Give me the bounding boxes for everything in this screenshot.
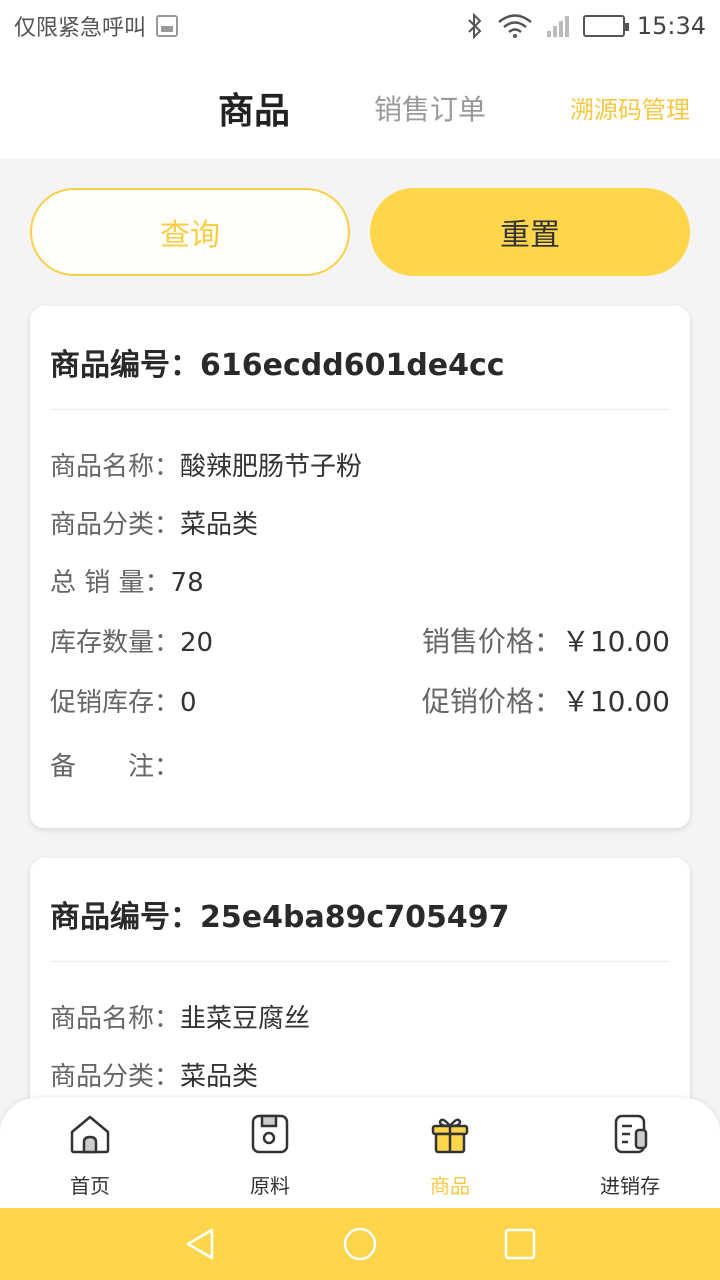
divider [50, 409, 670, 410]
promo-stock-value: 0 [180, 688, 197, 718]
back-icon[interactable] [182, 1226, 218, 1262]
total-sales-row: 总 销 量：78 [50, 562, 204, 599]
product-name-row: 商品名称：酸辣肥肠节子粉 [50, 446, 362, 483]
promo-stock-row: 促销库存：0 [50, 682, 197, 719]
product-code-label: 商品编号： [50, 900, 200, 935]
nav-home[interactable]: 首页 [30, 1112, 150, 1199]
nav-inventory-label: 进销存 [600, 1174, 660, 1198]
nav-material-label: 原料 [250, 1174, 290, 1198]
nav-products[interactable]: 商品 [390, 1112, 510, 1199]
promo-price-label: 促销价格： [421, 685, 562, 718]
tab-trace-code-management[interactable]: 溯源码管理 [570, 90, 690, 125]
sale-price-row: 销售价格：￥10.00 [422, 620, 670, 660]
product-name-value: 韭菜豆腐丝 [180, 1004, 311, 1034]
total-sales-label: 总 销 量： [50, 568, 171, 598]
sale-price-label: 销售价格： [421, 625, 562, 658]
query-button[interactable]: 查询 [30, 188, 350, 276]
product-category-label: 商品分类： [50, 1062, 181, 1092]
sale-price-value: ￥10.00 [561, 625, 670, 658]
home-icon [70, 1115, 110, 1154]
product-name-value: 酸辣肥肠节子粉 [180, 452, 363, 482]
bluetooth-icon [468, 13, 482, 39]
product-category-row: 商品分类：菜品类 [50, 1056, 258, 1093]
product-code-title: 商品编号：616ecdd601de4cc [50, 340, 505, 384]
material-icon [251, 1114, 289, 1154]
stock-value: 20 [180, 628, 214, 658]
reset-button[interactable]: 重置 [370, 188, 690, 276]
promo-price-row: 促销价格：￥10.00 [422, 680, 670, 720]
image-icon [156, 15, 179, 37]
system-navigation-bar [0, 1208, 720, 1280]
nav-products-label: 商品 [430, 1174, 470, 1198]
product-category-value: 菜品类 [180, 1062, 259, 1092]
inventory-icon [614, 1114, 648, 1154]
nav-home-label: 首页 [70, 1174, 110, 1198]
nav-material[interactable]: 原料 [210, 1112, 330, 1199]
nav-inventory[interactable]: 进销存 [570, 1112, 690, 1199]
product-category-label: 商品分类： [50, 510, 181, 540]
recent-apps-icon[interactable] [502, 1226, 538, 1262]
product-name-label: 商品名称： [50, 1004, 181, 1034]
remark-label: 备 注： [50, 752, 181, 782]
tab-products[interactable]: 商品 [218, 82, 290, 134]
top-tab-bar: 商品 销售订单 溯源码管理 [0, 52, 720, 158]
gift-icon [431, 1118, 469, 1154]
wifi-icon [498, 14, 532, 38]
battery-icon [582, 15, 629, 37]
divider [50, 961, 670, 962]
home-circle-icon[interactable] [342, 1226, 378, 1262]
product-category-row: 商品分类：菜品类 [50, 504, 258, 541]
stock-row: 库存数量：20 [50, 622, 213, 659]
product-code-value: 25e4ba89c705497 [200, 900, 510, 935]
total-sales-value: 78 [170, 568, 204, 598]
clock: 15:34 [636, 12, 706, 40]
signal-icon [546, 16, 569, 37]
stock-label: 库存数量： [50, 628, 181, 658]
product-code-title: 商品编号：25e4ba89c705497 [50, 892, 509, 936]
tab-sales-orders[interactable]: 销售订单 [374, 88, 486, 128]
status-bar: 仅限紧急呼叫 15:34 [0, 0, 720, 52]
product-name-row: 商品名称：韭菜豆腐丝 [50, 998, 310, 1035]
product-category-value: 菜品类 [180, 510, 259, 540]
remark-row: 备 注： [50, 746, 180, 783]
product-name-label: 商品名称： [50, 452, 181, 482]
product-code-label: 商品编号： [50, 348, 200, 383]
product-code-value: 616ecdd601de4cc [200, 348, 505, 383]
product-card[interactable]: 商品编号：616ecdd601de4cc 商品名称：酸辣肥肠节子粉 商品分类：菜… [30, 306, 690, 828]
promo-stock-label: 促销库存： [50, 688, 181, 718]
carrier-text: 仅限紧急呼叫 [14, 16, 147, 41]
promo-price-value: ￥10.00 [561, 685, 670, 718]
bottom-navigation: 首页 原料 商品 进销存 [0, 1098, 720, 1208]
